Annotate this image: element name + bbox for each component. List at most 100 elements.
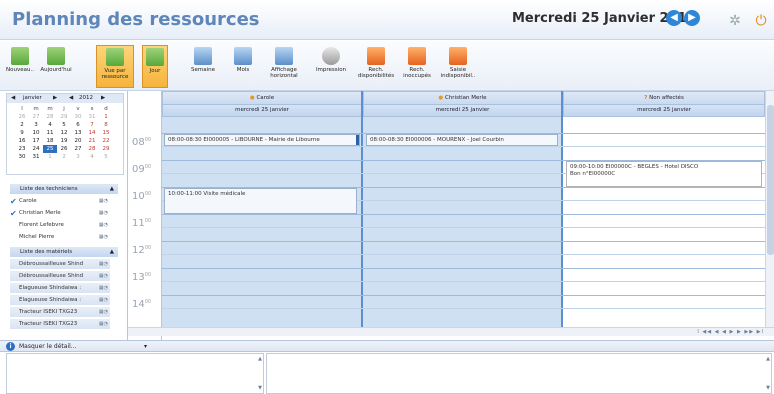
calendar-link-icon[interactable]: ▦◔	[99, 319, 108, 330]
mini-calendar-year[interactable]: 2012	[79, 94, 93, 103]
scroll-down-icon[interactable]: ▼	[258, 385, 262, 391]
day-view-button[interactable]: Jour	[142, 45, 168, 88]
calendar-day[interactable]: 2	[15, 121, 29, 129]
calendar-day[interactable]: 26	[57, 145, 71, 153]
vertical-scrollbar[interactable]	[765, 91, 774, 327]
calendar-day[interactable]: 4	[85, 153, 99, 161]
calendar-day[interactable]: 30	[71, 113, 85, 121]
technician-item[interactable]: Michel Pierre ▦◔	[10, 232, 110, 243]
detail-bar[interactable]: i Masquer le détail... ▾	[0, 340, 774, 352]
next-year-icon[interactable]: ▶	[101, 94, 105, 103]
calendar-day[interactable]: 27	[71, 145, 85, 153]
prev-day-button[interactable]: ◀	[666, 10, 682, 26]
calendar-link-icon[interactable]: ▦◔	[99, 271, 108, 282]
material-item[interactable]: Débroussailleuse Shind ▦◔	[10, 271, 110, 282]
calendar-day[interactable]: 2	[57, 153, 71, 161]
calendar-day[interactable]: 9	[15, 129, 29, 137]
calendar-day[interactable]: 4	[43, 121, 57, 129]
material-item[interactable]: Elagueuse Shindaiwa : ▦◔	[10, 283, 110, 294]
calendar-day[interactable]: 15	[99, 129, 113, 137]
calendar-day[interactable]: 26	[15, 113, 29, 121]
calendar-day[interactable]: 29	[57, 113, 71, 121]
today-button[interactable]: Aujourd'hui	[39, 45, 73, 88]
calendar-link-icon[interactable]: ▦◔	[99, 295, 108, 306]
calendar-link-icon[interactable]: ▦◔	[99, 283, 108, 294]
calendar-link-icon[interactable]: ▦◔	[99, 208, 108, 219]
calendar-day[interactable]: 28	[43, 113, 57, 121]
calendar-day[interactable]: 3	[71, 153, 85, 161]
material-item[interactable]: Débroussailleuse Shind ▦◔	[10, 259, 110, 270]
calendar-link-icon[interactable]: ▦◔	[99, 232, 108, 243]
calendar-day[interactable]: 3	[29, 121, 43, 129]
exit-icon[interactable]: ⏻	[752, 12, 770, 30]
calendar-day[interactable]: 10	[29, 129, 43, 137]
material-item[interactable]: Tracteur ISEKI TXG23 ▦◔	[10, 319, 110, 330]
chevron-down-icon[interactable]: ▾	[144, 341, 147, 352]
material-item[interactable]: Elagueuse Shindaiwa : ▦◔	[10, 295, 110, 306]
prev-month-icon[interactable]: ◀	[11, 94, 15, 103]
calendar-day[interactable]: 24	[29, 145, 43, 153]
technician-item[interactable]: ✔ Christian Merle ▦◔	[10, 208, 110, 219]
appointment[interactable]: 08:00-08:30 EI000006 - MOURENX - Joel Co…	[366, 134, 558, 146]
calendar-day[interactable]: 18	[43, 137, 57, 145]
calendar-link-icon[interactable]: ▦◔	[99, 196, 108, 207]
calendar-link-icon[interactable]: ▦◔	[99, 220, 108, 231]
resource-column-christian-merle[interactable]: ● Christian Merle mercredi 25 janvier	[363, 91, 562, 327]
calendar-day[interactable]: 11	[43, 129, 57, 137]
technician-item[interactable]: ✔ Carole ▦◔	[10, 196, 110, 207]
calendar-day[interactable]: 20	[71, 137, 85, 145]
scroll-up-icon[interactable]: ▲	[766, 356, 770, 362]
search-available-button[interactable]: Rech. disponibilités	[356, 45, 396, 88]
materials-list-header[interactable]: Liste des matériels ▲	[10, 247, 118, 257]
appointment[interactable]: 09:00-10:00 EI00000C - BEGLES - Hotel DI…	[566, 161, 762, 187]
prev-year-icon[interactable]: ◀	[69, 94, 73, 103]
calendar-day[interactable]: 23	[15, 145, 29, 153]
scroll-up-icon[interactable]: ▲	[258, 356, 262, 362]
collapse-icon[interactable]: ▲	[110, 184, 114, 194]
next-month-icon[interactable]: ▶	[53, 94, 57, 103]
calendar-day[interactable]: 17	[29, 137, 43, 145]
next-day-button[interactable]: ▶	[684, 10, 700, 26]
calendar-day[interactable]: 5	[57, 121, 71, 129]
settings-icon[interactable]: ✲	[726, 12, 744, 30]
calendar-day[interactable]: 19	[57, 137, 71, 145]
print-button[interactable]: Impression	[312, 45, 350, 88]
calendar-day[interactable]: 28	[85, 145, 99, 153]
mini-calendar-month[interactable]: janvier	[23, 94, 42, 103]
calendar-day[interactable]: 16	[15, 137, 29, 145]
detail-pane-left[interactable]: ▲ ▼	[6, 353, 264, 394]
resource-column-unassigned[interactable]: ? Non affectés mercredi 25 janvier	[563, 91, 765, 327]
collapse-icon[interactable]: ▲	[110, 247, 114, 257]
calendar-day[interactable]: 1	[43, 153, 57, 161]
calendar-day[interactable]: 8	[99, 121, 113, 129]
calendar-day[interactable]: 13	[71, 129, 85, 137]
appointment[interactable]: 08:00-08:30 EI000005 - LIBOURNE - Mairie…	[164, 134, 360, 146]
calendar-day[interactable]: 21	[85, 137, 99, 145]
calendar-day[interactable]: 14	[85, 129, 99, 137]
hide-detail-label[interactable]: Masquer le détail...	[19, 341, 77, 352]
horizontal-scrollbar[interactable]: I ◀◀ ◀ ◀ ▶ ▶ ▶▶ ▶I	[128, 327, 774, 336]
calendar-link-icon[interactable]: ▦◔	[99, 307, 108, 318]
search-unoccupied-button[interactable]: Rech. inoccupés	[398, 45, 436, 88]
calendar-day[interactable]: 25	[43, 145, 57, 153]
calendar-day[interactable]: 6	[71, 121, 85, 129]
resource-view-button[interactable]: Vue par ressource	[96, 45, 134, 88]
horizontal-view-button[interactable]: Affichage horizontal	[266, 45, 302, 88]
calendar-day[interactable]: 12	[57, 129, 71, 137]
calendar-day[interactable]: 1	[99, 113, 113, 121]
calendar-day[interactable]: 30	[15, 153, 29, 161]
scroll-down-icon[interactable]: ▼	[766, 385, 770, 391]
detail-pane-right[interactable]: ▲ ▼	[266, 353, 772, 394]
calendar-day[interactable]: 22	[99, 137, 113, 145]
calendar-day[interactable]: 31	[85, 113, 99, 121]
appointment[interactable]: 10:00-11:00 Visite médicale	[164, 188, 357, 214]
calendar-day[interactable]: 5	[99, 153, 113, 161]
technicians-list-header[interactable]: Liste des techniciens ▲	[10, 184, 118, 194]
technician-item[interactable]: Florent Lefebvre ▦◔	[10, 220, 110, 231]
material-item[interactable]: Tracteur ISEKI TXG23 ▦◔	[10, 307, 110, 318]
calendar-link-icon[interactable]: ▦◔	[99, 259, 108, 270]
unavailability-button[interactable]: Saisie indisponibil..	[438, 45, 478, 88]
week-view-button[interactable]: Semaine	[188, 45, 218, 88]
pager-nav[interactable]: I ◀◀ ◀ ◀ ▶ ▶ ▶▶ ▶I	[697, 328, 764, 337]
calendar-day[interactable]: 7	[85, 121, 99, 129]
